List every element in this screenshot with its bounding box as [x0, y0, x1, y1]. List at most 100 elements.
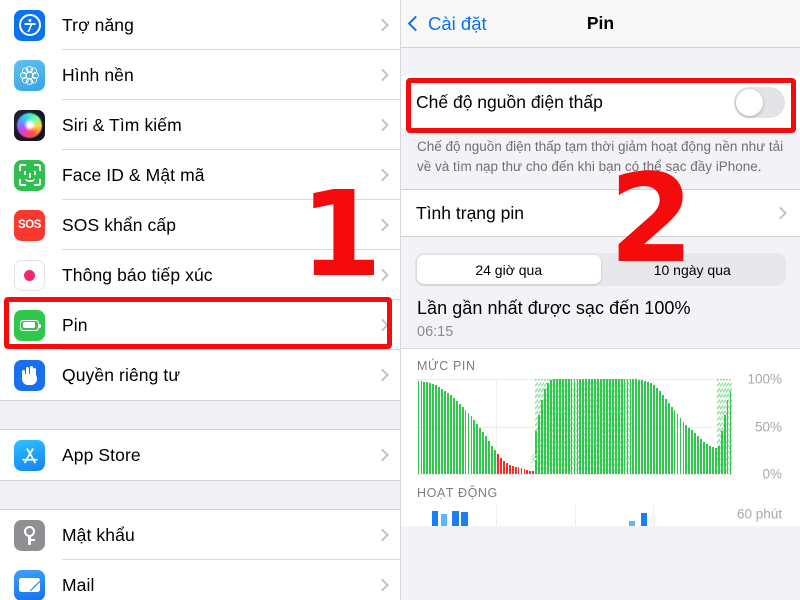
chart-bar	[464, 409, 467, 475]
exposure-notification-icon	[14, 259, 45, 291]
chevron-right-icon	[376, 118, 389, 132]
chart-bar	[523, 469, 526, 475]
sidebar-item-label: Hình nền	[62, 64, 134, 85]
chart-bar	[423, 381, 426, 475]
app-store-icon	[14, 439, 45, 471]
battery-level-chart-card: MỨC PIN ⚡ 100% 50% 0% HOẠT ĐỘNG 60 phút	[401, 348, 800, 527]
battery-level-chart[interactable]: ⚡ 100% 50% 0%	[417, 372, 784, 482]
sidebar-item-passwords[interactable]: Mật khẩu	[0, 510, 400, 560]
chart-bar	[691, 430, 694, 475]
sidebar-item-wallpaper[interactable]: Hình nền	[0, 50, 400, 100]
charging-bolt-icon: ⚡	[529, 450, 539, 466]
group-separator	[0, 400, 400, 430]
chart-bar	[656, 387, 658, 475]
chevron-right-icon	[376, 318, 389, 332]
chart-bar	[661, 395, 664, 475]
chart-bar	[479, 427, 482, 475]
chart-y-tick-label: 0%	[762, 466, 782, 482]
chart-bar	[494, 450, 496, 475]
sidebar-item-label: Siri & Tìm kiếm	[62, 114, 182, 135]
sidebar-item-mail[interactable]: Mail	[0, 560, 400, 600]
low-power-description: Chế độ nguồn điện thấp tạm thời giảm hoạ…	[401, 128, 800, 190]
chart-bar	[682, 421, 685, 475]
battery-health-row[interactable]: Tình trạng pin	[401, 189, 800, 238]
activity-heading: HOẠT ĐỘNG	[417, 486, 498, 501]
chart-bar	[629, 379, 632, 475]
activity-bar	[628, 521, 636, 527]
chart-bar	[709, 445, 711, 475]
chevron-right-icon	[376, 168, 389, 182]
activity-bar	[461, 512, 468, 527]
chart-bar	[676, 414, 679, 475]
chart-bar	[444, 390, 446, 475]
activity-bar	[452, 510, 459, 527]
chart-y-tick-label: 100%	[747, 371, 782, 387]
chart-bar	[485, 436, 488, 475]
sidebar-item-exposure-notifications[interactable]: Thông báo tiếp xúc	[0, 250, 400, 300]
chart-bar	[697, 436, 700, 475]
chart-bar	[446, 393, 449, 475]
accessibility-icon	[14, 9, 45, 41]
segment-last-10-days[interactable]: 10 ngày qua	[601, 255, 785, 284]
chart-bar	[508, 464, 511, 475]
sidebar-item-accessibility[interactable]: Trợ năng	[0, 0, 400, 50]
chart-bar	[499, 457, 502, 475]
chevron-right-icon	[376, 18, 389, 32]
phone-tutorial-screenshot: Trợ năng Hình nền Siri & Tìm kiếm Face I…	[0, 0, 800, 600]
sidebar-item-emergency-sos[interactable]: SOS SOS khẩn cấp	[0, 200, 400, 250]
activity-bar	[440, 514, 448, 527]
sidebar-item-privacy[interactable]: Quyền riêng tư	[0, 350, 400, 400]
activity-bar	[431, 511, 439, 527]
siri-icon	[14, 109, 45, 141]
sidebar-item-label: Face ID & Mật mã	[62, 164, 205, 185]
settings-group-2: App Store	[0, 430, 400, 480]
sidebar-item-face-id[interactable]: Face ID & Mật mã	[0, 150, 400, 200]
low-power-mode-row[interactable]: Chế độ nguồn điện thấp	[401, 76, 800, 128]
activity-chart[interactable]: 60 phút	[417, 504, 784, 527]
chart-bar	[694, 433, 697, 475]
chart-bar	[673, 410, 676, 475]
sidebar-item-label: Trợ năng	[62, 14, 134, 35]
segment-last-24-hours[interactable]: 24 giờ qua	[417, 255, 601, 285]
time-range-segmented-control[interactable]: 24 giờ qua 10 ngày qua	[415, 253, 786, 287]
face-id-icon	[14, 159, 45, 191]
navigation-bar: Cài đặt Pin	[401, 0, 800, 48]
chart-bar	[441, 388, 443, 475]
chart-bar	[653, 384, 655, 475]
wallpaper-icon	[14, 59, 45, 91]
settings-group-1: Trợ năng Hình nền Siri & Tìm kiếm Face I…	[0, 0, 400, 400]
chart-bar	[520, 468, 523, 475]
chart-bar	[632, 379, 635, 475]
chart-bar	[511, 465, 514, 475]
activity-axis-label: 60 phút	[736, 506, 782, 522]
activity-bar	[640, 512, 648, 527]
settings-group-3: Mật khẩu Mail	[0, 510, 400, 600]
battery-level-heading: MỨC PIN	[417, 359, 476, 374]
last-charge-title: Lần gần nhất được sạc đến 100%	[417, 298, 691, 319]
sidebar-item-label: Quyền riêng tư	[62, 364, 181, 385]
chart-bar	[644, 381, 647, 475]
sidebar-item-label: Mật khẩu	[62, 524, 135, 545]
chart-bar	[429, 382, 432, 475]
chart-gridline	[417, 474, 732, 476]
battery-icon	[14, 309, 45, 341]
chart-bar	[688, 427, 691, 475]
chart-bar	[679, 418, 682, 475]
chart-bar	[417, 381, 420, 475]
chart-bar	[488, 440, 491, 475]
chart-bar	[461, 406, 464, 475]
chevron-right-icon	[774, 206, 787, 220]
low-power-mode-toggle[interactable]	[734, 86, 785, 118]
low-power-card: Chế độ nguồn điện thấp	[401, 76, 800, 128]
sidebar-item-app-store[interactable]: App Store	[0, 430, 400, 480]
sidebar-item-battery[interactable]: Pin	[0, 300, 400, 350]
chart-bar	[470, 416, 473, 475]
low-power-mode-label: Chế độ nguồn điện thấp	[416, 91, 603, 112]
chart-bar	[482, 432, 485, 475]
chart-bar	[467, 413, 470, 475]
battery-health-label: Tình trạng pin	[416, 202, 524, 223]
chevron-right-icon	[376, 528, 389, 542]
chart-bar	[432, 383, 435, 475]
chart-bar	[449, 395, 452, 475]
sidebar-item-siri-search[interactable]: Siri & Tìm kiếm	[0, 100, 400, 150]
